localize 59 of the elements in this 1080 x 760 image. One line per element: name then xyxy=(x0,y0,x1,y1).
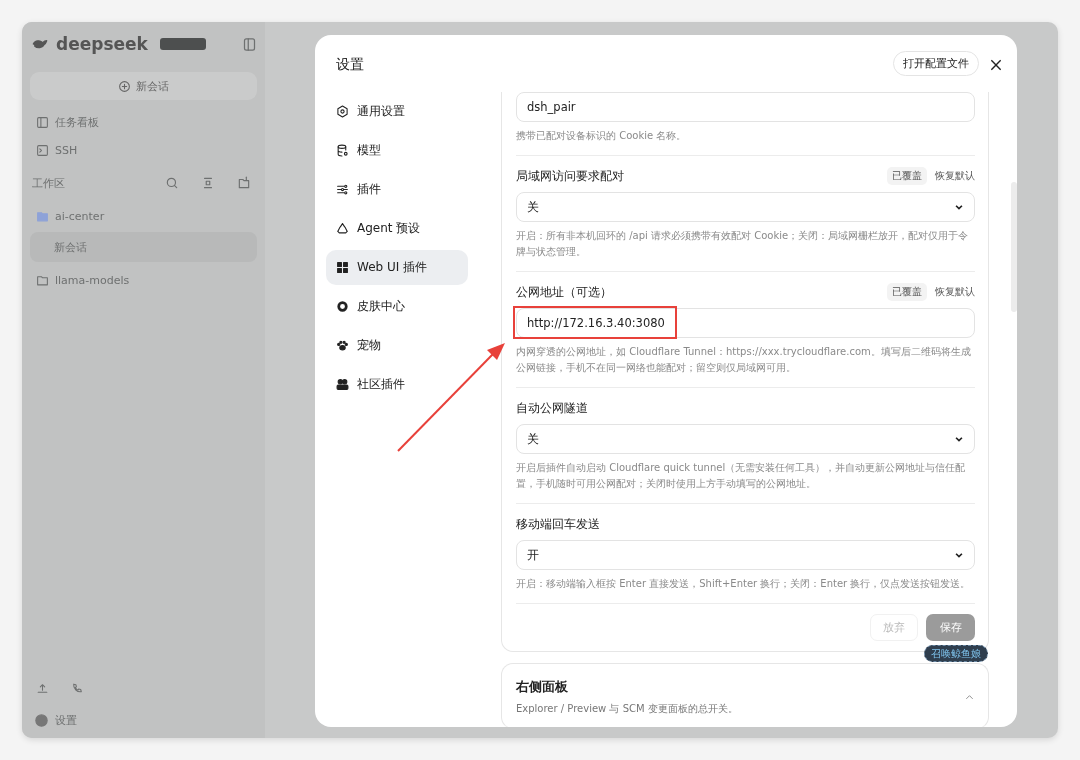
setting-label: 移动端回车发送 xyxy=(516,516,601,532)
open-config-button[interactable]: 打开配置文件 xyxy=(893,51,979,76)
settings-nav-item[interactable]: 模型 xyxy=(326,133,468,168)
setting-label: 局域网访问要求配对 xyxy=(516,168,625,184)
settings-nav-item[interactable]: Web UI 插件 xyxy=(326,250,468,285)
collapse-icon xyxy=(201,176,215,190)
settings-nav-item[interactable]: 插件 xyxy=(326,172,468,207)
chevron-down-icon xyxy=(954,202,964,212)
settings-nav-item[interactable]: 皮肤中心 xyxy=(326,289,468,324)
settings-nav-item[interactable]: 通用设置 xyxy=(326,94,468,129)
setting-label: 公网地址（可选） xyxy=(516,284,613,300)
new-chat-button[interactable]: 新会话 xyxy=(30,72,257,100)
terminal-icon xyxy=(36,143,49,157)
select-field[interactable]: 开 xyxy=(516,540,975,570)
new-folder-icon xyxy=(237,176,251,190)
scrollbar[interactable] xyxy=(1011,182,1017,312)
overridden-tag: 已覆盖 xyxy=(887,283,927,301)
setting-hint: 内网穿透的公网地址，如 Cloudflare Tunnel：https://xxx.trycloudflare.com。填写后二维码将生成公网链接，手机不在同一网络也能配对；留空则仅局域网可用。 xyxy=(516,345,972,375)
settings-nav-item[interactable]: 社区插件 xyxy=(326,367,468,402)
setting-hint: 开启：移动端输入框按 Enter 直接发送，Shift+Enter 换行；关闭：Enter 换行，仅点发送按钮发送。 xyxy=(516,577,972,591)
grid-icon xyxy=(336,261,349,274)
panel-description: Explorer / Preview 与 SCM 变更面板的总开关。 xyxy=(516,702,739,716)
input-field[interactable]: dsh_pair xyxy=(516,92,975,122)
gear-icon xyxy=(336,105,349,118)
settings-icon xyxy=(34,713,49,728)
database-icon xyxy=(336,144,349,157)
plus-circle-icon xyxy=(118,79,131,93)
search-icon xyxy=(165,176,179,190)
paw-icon xyxy=(336,339,349,352)
panel-title: 右侧面板 xyxy=(516,678,569,696)
app-logo: deepseek xyxy=(56,34,148,54)
chevron-down-icon xyxy=(954,434,964,444)
folder-icon xyxy=(36,209,49,223)
settings-nav-item[interactable]: Agent 预设 xyxy=(326,211,468,246)
setting-hint: 携带已配对设备标识的 Cookie 名称。 xyxy=(516,129,688,143)
chevron-down-icon xyxy=(954,550,964,560)
setting-hint: 开启：所有非本机回环的 /api 请求必须携带有效配对 Cookie；关闭：局域网栅栏放开，配对仅用于令牌与状态管理。 xyxy=(516,229,970,259)
select-field[interactable]: 关 xyxy=(516,424,975,454)
phone-icon xyxy=(71,682,84,695)
reset-default-link[interactable]: 恢复默认 xyxy=(935,285,975,299)
setting-hint: 开启后插件自动启动 Cloudflare quick tunnel（无需安装任何工具），并自动更新公网地址与信任配置，手机随时可用公网配对；关闭时使用上方手动填写的公网地址。 xyxy=(516,461,967,491)
select-field[interactable]: 关 xyxy=(516,192,975,222)
people-icon xyxy=(336,378,349,391)
new-chat-label: 新会话 xyxy=(136,78,169,94)
setting-label: 自动公网隧道 xyxy=(516,400,589,416)
ring-icon xyxy=(336,300,349,313)
settings-nav-item[interactable]: 宠物 xyxy=(326,328,468,363)
upload-icon xyxy=(36,682,49,695)
input-field[interactable]: http://172.16.3.40:3080 xyxy=(516,308,975,338)
sliders-icon xyxy=(336,183,349,196)
overridden-tag: 已覆盖 xyxy=(887,167,927,185)
workspace-label: 工作区 xyxy=(32,175,65,191)
board-icon xyxy=(36,115,49,129)
version-badge xyxy=(159,38,206,50)
dialog-title: 设置 xyxy=(336,56,365,74)
folder-icon xyxy=(36,273,49,287)
reset-default-link[interactable]: 恢复默认 xyxy=(935,169,975,183)
sidebar-toggle-icon xyxy=(242,36,257,52)
mascot-button[interactable]: 召唤鲸鱼娘 xyxy=(924,645,988,662)
